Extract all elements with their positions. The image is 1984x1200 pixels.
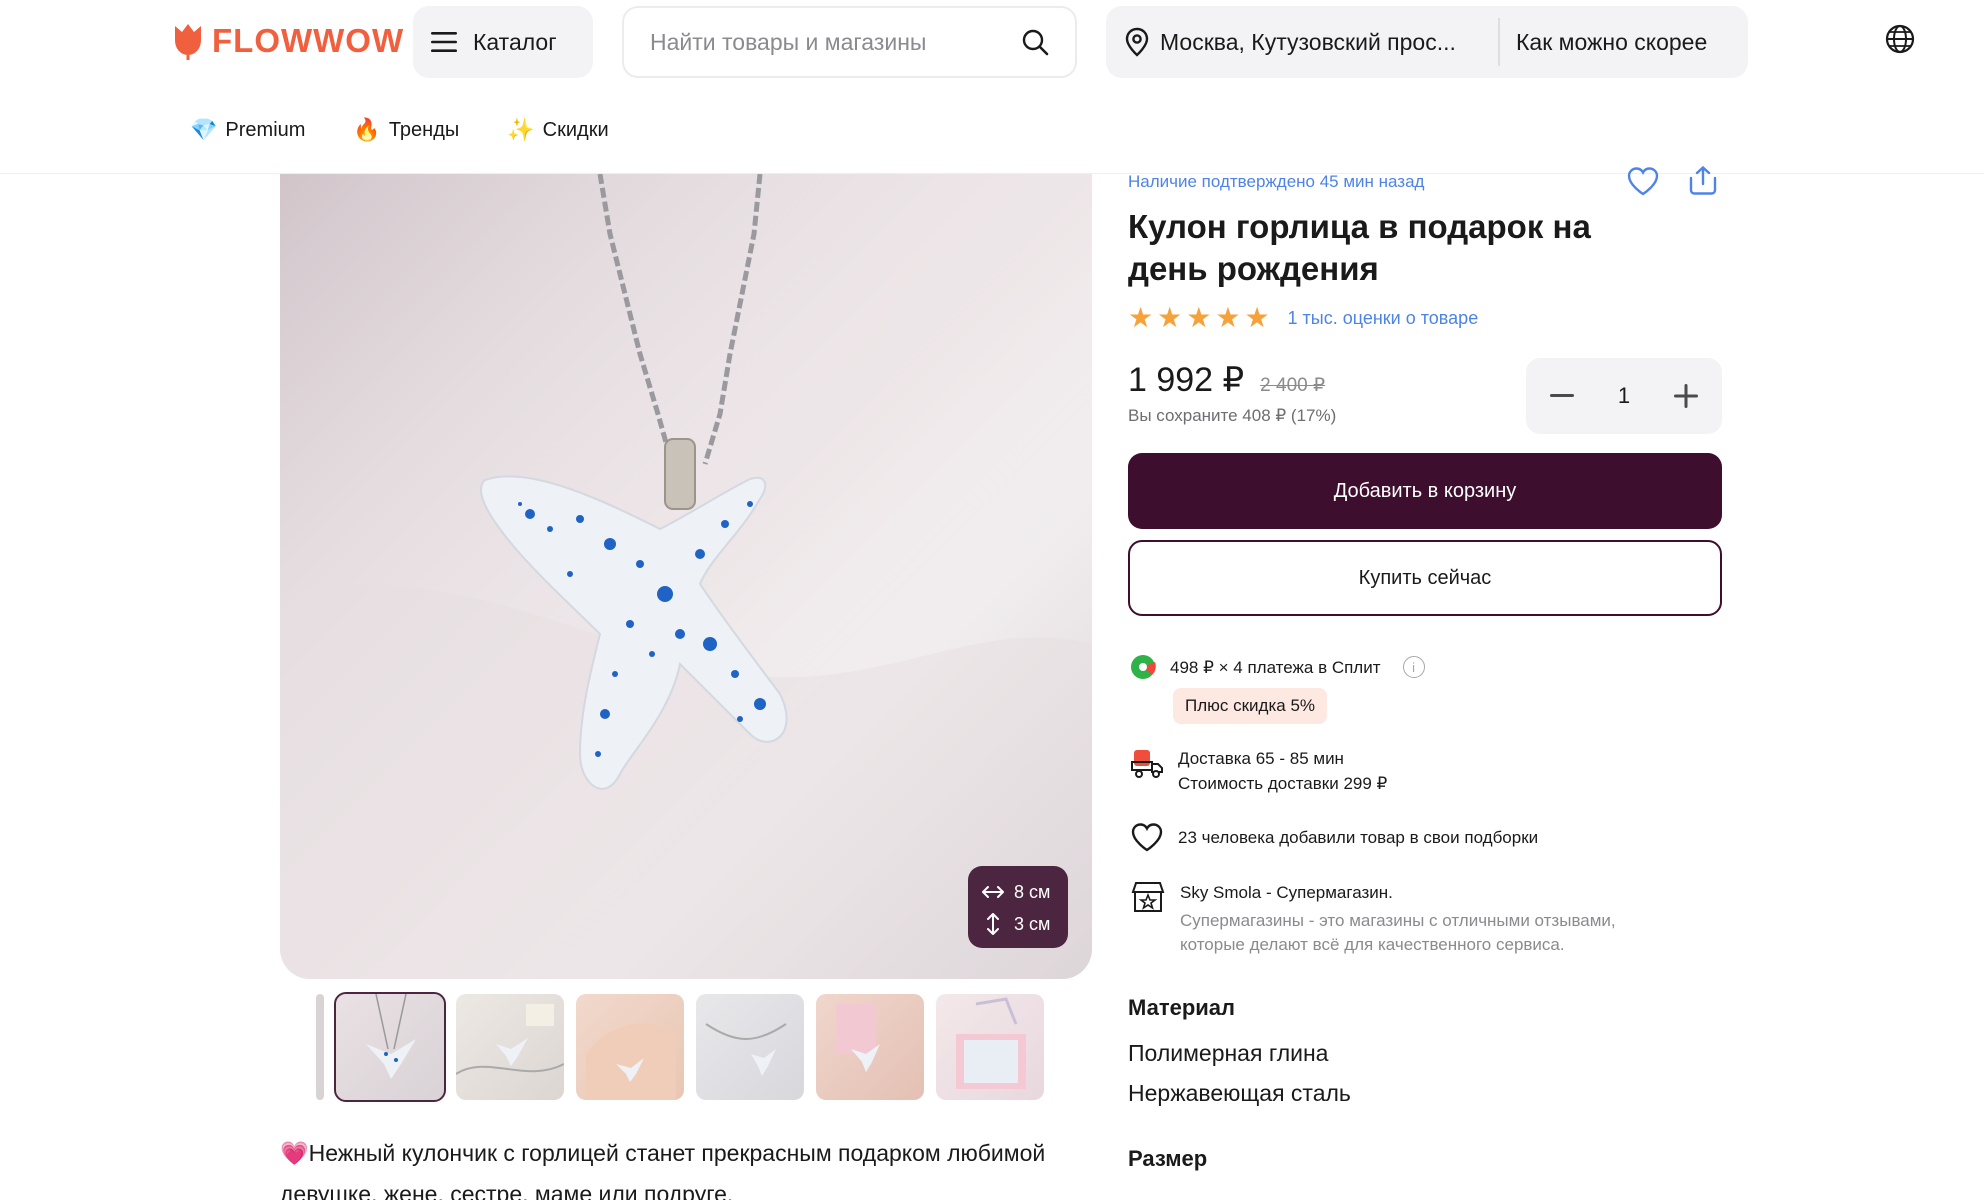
nav-label: Скидки xyxy=(542,119,609,141)
logo[interactable]: FLOWWOW xyxy=(172,22,404,60)
thumbnail-image xyxy=(586,1023,676,1100)
delivery-cost: Стоимость доставки 299 ₽ xyxy=(1178,774,1388,793)
vertical-arrow-icon xyxy=(987,913,999,935)
description-text: Нежный кулончик с горлицей станет прекра… xyxy=(280,1140,1046,1200)
delivery-truck-icon xyxy=(1131,750,1163,778)
thumbnail-strip xyxy=(334,992,1044,1102)
price-block: 1 992 ₽ 2 400 ₽ xyxy=(1128,360,1325,400)
star-icon: ★ xyxy=(1128,301,1154,334)
height-label: 3 см xyxy=(1014,913,1051,934)
location-pin-icon xyxy=(1125,27,1149,57)
nav-label: Тренды xyxy=(388,119,460,141)
quantity-stepper: 1 xyxy=(1526,358,1722,434)
star-icon: ★ xyxy=(1157,301,1183,334)
material-value-2: Нержавеющая сталь xyxy=(1128,1080,1351,1106)
thumbnail-image xyxy=(456,1004,564,1075)
catalog-button[interactable]: Каталог xyxy=(413,6,593,78)
rating-row[interactable]: ★ ★ ★ ★ ★ 1 тыс. оценки о товаре xyxy=(1128,304,1478,332)
share-icon[interactable] xyxy=(1686,166,1720,196)
quantity-value[interactable]: 1 xyxy=(1618,383,1630,409)
delivery-address-selector[interactable]: Москва, Кутузовский прос... Как можно ск… xyxy=(1106,6,1748,78)
split-text: 498 ₽ × 4 платежа в Сплит xyxy=(1170,657,1381,677)
sparkles-icon: ✨ xyxy=(507,118,535,143)
search-input[interactable]: Найти товары и магазины xyxy=(622,6,1077,78)
pendant-illustration xyxy=(280,174,1092,979)
old-price: 2 400 ₽ xyxy=(1260,375,1326,396)
width-row: 8 см xyxy=(982,876,1054,908)
split-logo-icon xyxy=(1131,655,1156,679)
product-main-photo[interactable] xyxy=(280,174,1092,979)
material-heading: Материал xyxy=(1128,995,1236,1020)
shop-row: Sky Smola - Супермагазин. Супермагазины … xyxy=(1130,880,1660,957)
thumbnail-image xyxy=(366,994,416,1079)
thumbnail-image xyxy=(705,1023,787,1076)
horizontal-arrow-icon xyxy=(982,886,1004,898)
star-icon: ★ xyxy=(1186,301,1212,334)
thumbnail[interactable] xyxy=(696,994,804,1100)
search-icon[interactable] xyxy=(1021,28,1049,56)
thumbnail-image xyxy=(956,997,1026,1089)
thumbnail[interactable] xyxy=(816,994,924,1100)
delivery-time: Доставка 65 - 85 мин xyxy=(1178,749,1344,768)
tulip-logo-icon xyxy=(175,24,201,60)
globe-icon[interactable] xyxy=(1884,22,1916,56)
nav-item-trends[interactable]: 🔥 Тренды xyxy=(353,118,459,143)
nav-item-discounts[interactable]: ✨ Скидки xyxy=(507,118,608,143)
site-header: FLOWWOW Каталог Найти товары и магазины … xyxy=(0,0,1984,174)
thumbnail[interactable] xyxy=(936,994,1044,1100)
menu-icon xyxy=(431,32,457,52)
thumbnail[interactable] xyxy=(456,994,564,1100)
height-row: 3 см xyxy=(982,908,1054,940)
pink-heart-icon: 💗 xyxy=(280,1141,309,1167)
logo-text: FLOWWOW xyxy=(212,22,405,59)
nav-item-premium[interactable]: 💎 Premium xyxy=(190,118,305,143)
heart-favorite-icon[interactable] xyxy=(1626,166,1660,196)
address-divider xyxy=(1498,18,1500,66)
info-icon[interactable]: i xyxy=(1402,656,1425,678)
delivery-text: Доставка 65 - 85 мин Стоимость доставки … xyxy=(1178,746,1387,796)
thumbnail-image xyxy=(836,1004,880,1072)
decrease-button[interactable] xyxy=(1542,376,1582,416)
split-discount-badge: Плюс скидка 5% xyxy=(1173,688,1328,724)
dimensions-badge: 8 см 3 см xyxy=(968,866,1068,948)
plus-icon xyxy=(1674,384,1698,408)
shop-info: Sky Smola - Супермагазин. Супермагазины … xyxy=(1180,880,1660,957)
star-icon: ★ xyxy=(1215,301,1241,334)
nav-label: Premium xyxy=(225,119,306,141)
thumbnail-prev-partial[interactable] xyxy=(316,994,324,1100)
width-label: 8 см xyxy=(1014,881,1051,902)
diamond-icon: 💎 xyxy=(190,118,218,143)
size-heading: Размер xyxy=(1128,1146,1208,1171)
buy-now-button[interactable]: Купить сейчас xyxy=(1128,540,1722,616)
heart-outline-icon xyxy=(1131,823,1163,852)
category-nav: 💎 Premium 🔥 Тренды ✨ Скидки xyxy=(190,118,609,143)
thumbnail[interactable] xyxy=(334,992,446,1102)
delivery-time-text[interactable]: Как можно скорее xyxy=(1516,29,1707,56)
increase-button[interactable] xyxy=(1666,376,1706,416)
collections-text: 23 человека добавили товар в свои подбор… xyxy=(1178,827,1539,847)
material-value-1: Полимерная глина xyxy=(1128,1040,1329,1066)
product-title: Кулон горлица в подарок на день рождения xyxy=(1128,208,1591,287)
shop-title[interactable]: Sky Smola - Супермагазин. xyxy=(1180,880,1660,905)
add-to-cart-button[interactable]: Добавить в корзину xyxy=(1128,453,1722,529)
address-text: Москва, Кутузовский прос... xyxy=(1160,28,1456,55)
delivery-row: Доставка 65 - 85 мин Стоимость доставки … xyxy=(1130,746,1387,796)
fire-icon: 🔥 xyxy=(353,118,381,143)
star-icon: ★ xyxy=(1244,301,1270,334)
savings-text: Вы сохраните 408 ₽ (17%) xyxy=(1128,406,1337,425)
collections-row: 23 человека добавили товар в свои подбор… xyxy=(1130,822,1538,852)
thumbnail[interactable] xyxy=(576,994,684,1100)
shop-description: Супермагазины - это магазины с отличными… xyxy=(1180,911,1616,954)
shop-star-icon xyxy=(1131,882,1165,912)
split-payment-row: 498 ₽ × 4 платежа в Сплит i xyxy=(1130,654,1425,680)
product-description: 💗Нежный кулончик с горлицей станет прекр… xyxy=(280,1133,1100,1200)
availability-note: Наличие подтверждено 45 мин назад xyxy=(1128,172,1425,191)
search-placeholder: Найти товары и магазины xyxy=(650,28,927,55)
minus-icon xyxy=(1550,394,1574,397)
current-price: 1 992 ₽ xyxy=(1128,361,1245,399)
reviews-link[interactable]: 1 тыс. оценки о товаре xyxy=(1288,308,1479,329)
catalog-label: Каталог xyxy=(473,28,557,55)
